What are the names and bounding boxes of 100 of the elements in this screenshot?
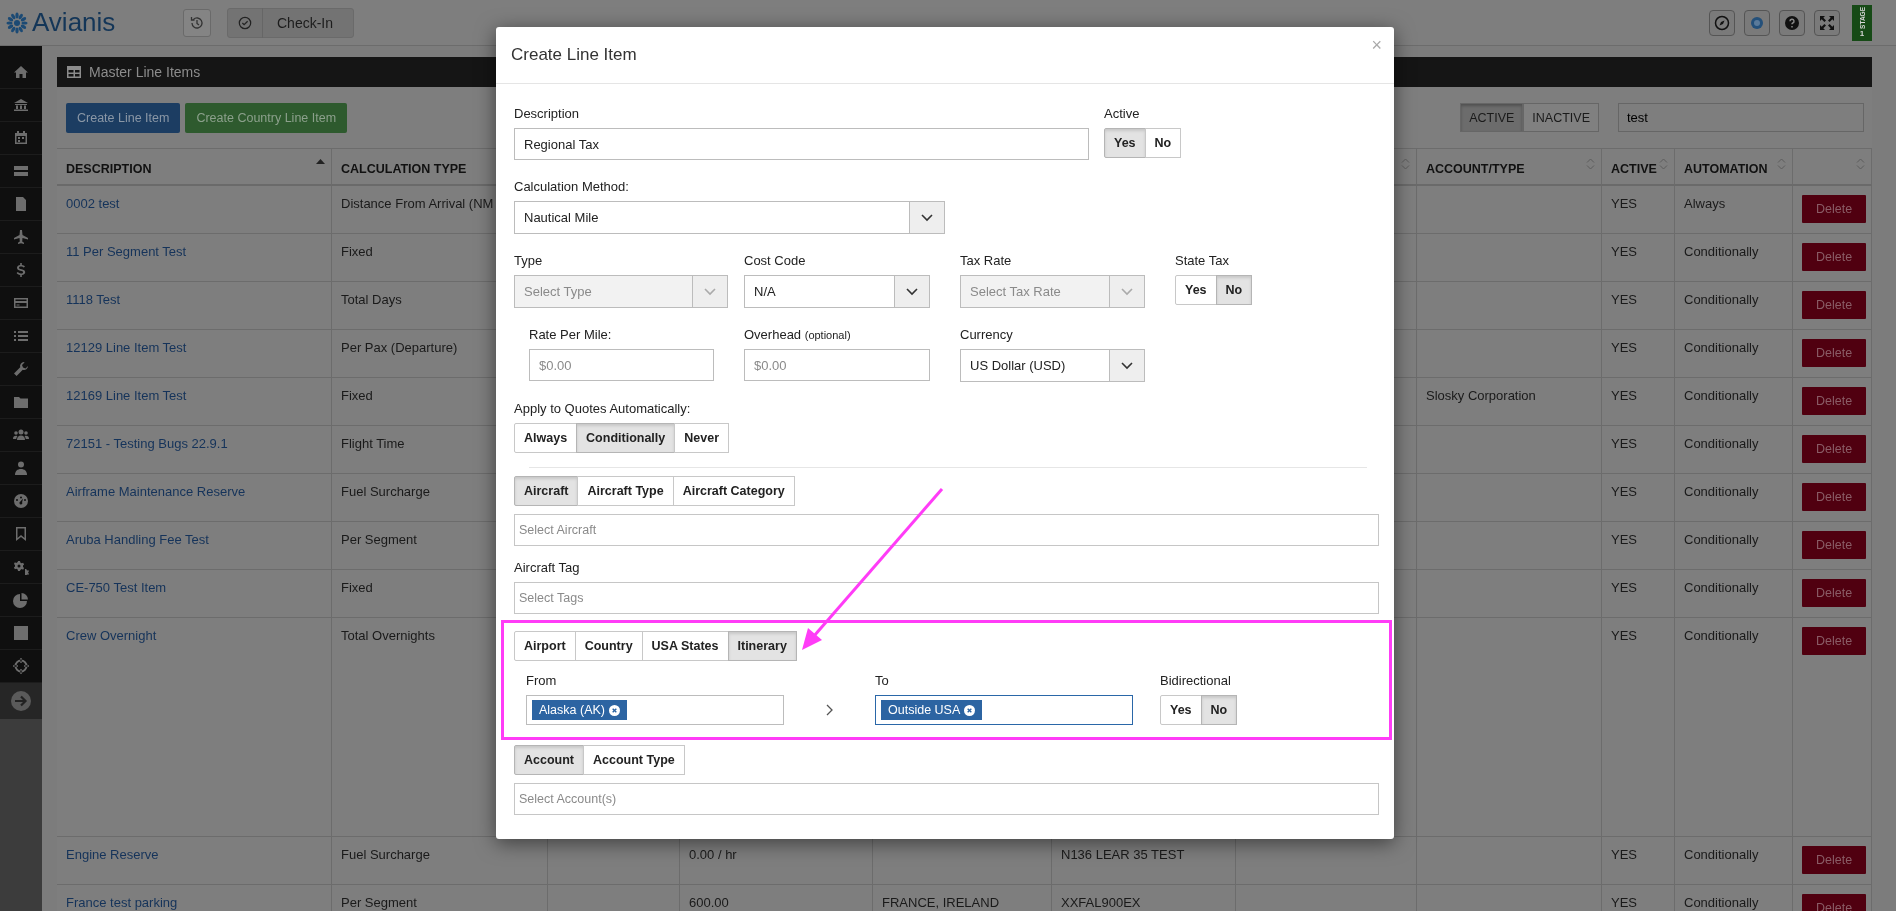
history-icon	[189, 14, 205, 31]
arrow-right-icon[interactable]	[10, 690, 32, 712]
delete-button[interactable]: Delete	[1802, 846, 1867, 874]
remove-tag-icon[interactable]	[609, 704, 620, 716]
line-item-link[interactable]: Aruba Handling Fee Test	[66, 532, 209, 547]
tab[interactable]: Country	[574, 631, 643, 661]
search-field[interactable]: test	[1618, 103, 1864, 132]
compass-button[interactable]	[1709, 9, 1735, 36]
delete-button[interactable]: Delete	[1802, 483, 1867, 511]
calendar-icon[interactable]	[13, 130, 29, 146]
option-button[interactable]: Conditionally	[576, 423, 676, 453]
option-button[interactable]: Always	[514, 423, 578, 453]
column-header[interactable]: DESCRIPTION	[57, 149, 332, 186]
tab[interactable]: Aircraft Type	[577, 476, 674, 506]
delete-button[interactable]: Delete	[1802, 243, 1867, 271]
line-item-link[interactable]: 11 Per Segment Test	[66, 244, 187, 259]
rate-field[interactable]: $0.00	[529, 349, 714, 381]
user-icon[interactable]	[13, 460, 29, 476]
status-filter-option[interactable]: INACTIVE	[1523, 103, 1599, 132]
line-item-link[interactable]: 12169 Line Item Test	[66, 388, 187, 403]
toggle-option[interactable]: No	[1144, 128, 1182, 158]
gauge-icon[interactable]	[13, 493, 29, 509]
field-label: Rate Per Mile:	[529, 327, 613, 343]
delete-button[interactable]: Delete	[1802, 435, 1867, 463]
account-select-field[interactable]: Select Account(s)	[514, 783, 1379, 815]
toggle-option[interactable]: Yes	[1175, 275, 1217, 305]
line-item-link[interactable]: Crew Overnight	[66, 628, 157, 643]
line-item-link[interactable]: Engine Reserve	[66, 847, 159, 862]
tab[interactable]: Account Type	[583, 745, 685, 775]
remove-tag-icon[interactable]	[964, 704, 976, 716]
table-cell: YES	[1611, 895, 1637, 910]
gears-icon[interactable]	[13, 559, 29, 575]
help-button[interactable]	[1779, 9, 1805, 36]
table-cell: Conditionally	[1684, 895, 1759, 910]
server-icon[interactable]	[13, 163, 29, 179]
delete-button[interactable]: Delete	[1802, 195, 1867, 223]
fullscreen-button[interactable]	[1814, 9, 1840, 36]
line-item-link[interactable]: 0002 test	[66, 196, 120, 211]
check-in-button[interactable]: Check-In	[227, 7, 355, 38]
tags-select-field[interactable]: Select Tags	[514, 582, 1379, 614]
document-icon[interactable]	[13, 196, 29, 212]
delete-button[interactable]: Delete	[1802, 339, 1867, 367]
plane-icon[interactable]	[13, 229, 29, 245]
select-field[interactable]: US Dollar (USD)	[960, 349, 1145, 382]
aircraft-select-field[interactable]: Select Aircraft	[514, 514, 1379, 546]
line-item-link[interactable]: France test parking	[66, 895, 178, 910]
tab[interactable]: USA States	[641, 631, 729, 661]
overhead-field[interactable]: $0.00	[744, 349, 930, 381]
tag-input-field[interactable]: Alaska (AK)	[526, 695, 784, 725]
description-field[interactable]: Regional Tax	[514, 128, 1089, 160]
line-item-link[interactable]: 1118 Test	[66, 292, 121, 307]
tab[interactable]: Airport	[514, 631, 576, 661]
delete-button[interactable]: Delete	[1802, 579, 1867, 607]
table-cell: YES	[1611, 628, 1637, 643]
tab[interactable]: Aircraft	[514, 476, 579, 506]
bank-icon[interactable]	[13, 97, 29, 113]
table-cell: Conditionally	[1684, 292, 1759, 307]
create-button[interactable]: Create Country Line Item	[185, 102, 348, 133]
history-button[interactable]	[183, 8, 211, 37]
list-icon[interactable]	[13, 328, 29, 344]
delete-button[interactable]: Delete	[1802, 291, 1867, 319]
wrench-icon[interactable]	[13, 361, 29, 377]
delete-button[interactable]: Delete	[1802, 387, 1867, 415]
table-icon	[67, 66, 81, 78]
toggle-option[interactable]: No	[1215, 275, 1253, 305]
toggle-option[interactable]: Yes	[1160, 695, 1202, 725]
tab[interactable]: Account	[514, 745, 584, 775]
bookmark-icon[interactable]	[13, 526, 29, 542]
crosshair-icon[interactable]	[13, 658, 29, 674]
chevron-down-icon	[921, 213, 933, 222]
credit-card-icon[interactable]	[13, 295, 29, 311]
column-header[interactable]: ACTIVE	[1602, 149, 1675, 186]
app-logo[interactable]: Avianis	[32, 7, 116, 38]
globe-icon	[1749, 14, 1765, 31]
field-label: Currency	[960, 327, 1014, 343]
line-item-link[interactable]: CE-750 Test Item	[66, 580, 167, 595]
status-filter-option[interactable]: ACTIVE	[1460, 103, 1524, 132]
column-header[interactable]: AUTOMATION	[1675, 149, 1793, 186]
toggle-option[interactable]: Yes	[1104, 128, 1146, 158]
tab[interactable]: Itinerary	[727, 631, 797, 661]
create-button[interactable]: Create Line Item	[66, 102, 181, 133]
option-button[interactable]: Never	[674, 423, 729, 453]
select-field[interactable]: N/A	[744, 275, 930, 308]
users-icon[interactable]	[13, 427, 29, 443]
toggle-option[interactable]: No	[1200, 695, 1238, 725]
line-item-link[interactable]: 72151 - Testing Bugs 22.9.1	[66, 436, 228, 451]
folder-icon[interactable]	[13, 394, 29, 410]
column-header[interactable]: ACCOUNT/TYPE	[1417, 149, 1602, 186]
pie-chart-icon[interactable]	[13, 592, 29, 608]
line-item-link[interactable]: Airframe Maintenance Reserve	[66, 484, 246, 499]
home-icon[interactable]	[13, 64, 29, 80]
close-button[interactable]: ×	[1371, 35, 1382, 56]
delete-button[interactable]: Delete	[1802, 627, 1867, 655]
delete-button[interactable]: Delete	[1802, 531, 1867, 559]
tab[interactable]: Aircraft Category	[672, 476, 795, 506]
select-field[interactable]: Nautical Mile	[514, 201, 945, 234]
tag-input-field[interactable]: Outside USA	[875, 695, 1133, 725]
table-cell: Slosky Corporation	[1426, 388, 1536, 403]
line-item-link[interactable]: 12129 Line Item Test	[66, 340, 187, 355]
globe-button[interactable]	[1744, 9, 1770, 36]
